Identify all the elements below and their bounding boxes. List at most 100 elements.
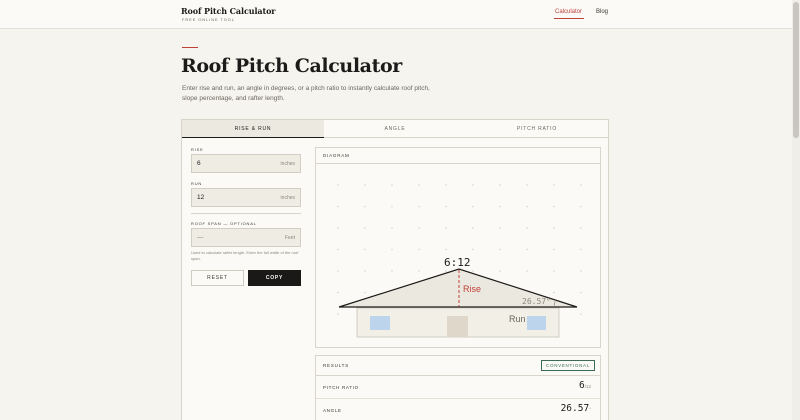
grid-dot — [580, 227, 582, 229]
grid-dot — [337, 205, 339, 208]
copy-button[interactable]: COPY — [248, 270, 301, 286]
grid-dot — [499, 270, 501, 272]
grid-dot — [337, 248, 339, 251]
grid-dot — [580, 270, 582, 272]
grid-dot — [418, 184, 420, 186]
diagram-label: DIAGRAM — [316, 148, 600, 164]
rise-unit: inches — [280, 161, 295, 167]
grid-dot — [472, 270, 474, 272]
roof-span-input[interactable]: — Feet — [191, 228, 301, 247]
grid-dot — [445, 184, 447, 186]
reset-button[interactable]: RESET — [191, 270, 244, 286]
result-value: 26.57° — [561, 403, 591, 414]
grid-dot — [472, 184, 474, 186]
grid-dot — [472, 227, 474, 229]
grid-dot — [499, 227, 501, 229]
title-accent-rule — [182, 47, 198, 48]
results-panel: RESULTS CONVENTIONAL PITCH RATIO 6/12 AN… — [315, 355, 601, 420]
result-value: 6/12 — [579, 380, 591, 391]
tab-angle[interactable]: ANGLE — [324, 120, 466, 138]
brand-title[interactable]: Roof Pitch Calculator — [181, 6, 276, 16]
grid-dot — [553, 291, 555, 294]
grid-dot — [580, 184, 582, 186]
grid-dot — [472, 248, 474, 251]
page-scrollbar[interactable] — [792, 0, 800, 420]
grid-dot — [526, 270, 528, 272]
grid-dot — [553, 270, 555, 272]
grid-dot — [499, 205, 501, 208]
roof-span-placeholder: — — [197, 234, 204, 241]
grid-dot — [391, 205, 393, 208]
grid-dot — [553, 248, 555, 251]
grid-dot — [364, 205, 366, 208]
grid-dot — [553, 205, 555, 208]
run-label: Run — [509, 314, 526, 324]
angle-label: 26.57° — [522, 297, 551, 306]
result-label: PITCH RATIO — [323, 385, 359, 390]
rise-input[interactable]: 6 inches — [191, 154, 301, 173]
grid-dot — [553, 227, 555, 229]
results-header: RESULTS CONVENTIONAL — [316, 356, 600, 376]
pitch-category-badge: CONVENTIONAL — [541, 360, 595, 371]
grid-dot — [499, 184, 501, 186]
roof-span-hint: Used to calculate rafter length. Enter t… — [191, 250, 299, 261]
result-unit: /12 — [584, 384, 591, 389]
result-row-angle: ANGLE 26.57° — [316, 399, 600, 420]
grid-dot — [445, 205, 447, 208]
grid-dot — [364, 291, 366, 294]
grid-dot — [526, 184, 528, 186]
grid-dot — [445, 227, 447, 229]
result-label: ANGLE — [323, 408, 342, 413]
diagram-panel: DIAGRAM 6:12 Rise Run 26.57° — [315, 147, 601, 348]
grid-dot — [418, 248, 420, 251]
left-window — [370, 316, 390, 330]
grid-dot — [391, 184, 393, 186]
grid-dot — [580, 291, 582, 294]
grid-dot — [391, 248, 393, 251]
right-window — [527, 316, 546, 330]
grid-dot — [364, 248, 366, 251]
grid-dot — [418, 270, 420, 272]
rise-label: RISE — [191, 147, 204, 152]
grid-dot — [580, 205, 582, 208]
front-door — [447, 316, 468, 337]
run-label: RUN — [191, 181, 203, 186]
grid-dot — [445, 248, 447, 251]
grid-dot — [337, 313, 339, 315]
tab-rise-run[interactable]: RISE & RUN — [182, 120, 324, 138]
roof-span-label: ROOF SPAN — OPTIONAL — [191, 221, 257, 226]
grid-dot — [391, 227, 393, 229]
brand-subtitle: FREE ONLINE TOOL — [182, 17, 235, 22]
calculator-card: RISE & RUN ANGLE PITCH RATIO RISE 6 inch… — [181, 119, 609, 420]
grid-dot — [337, 184, 339, 186]
roof-span-unit: Feet — [284, 235, 295, 241]
page-description: Enter rise and run, an angle in degrees,… — [182, 85, 430, 102]
grid-dot — [445, 270, 447, 272]
nav-link-blog[interactable]: Blog — [596, 9, 608, 15]
grid-dot — [418, 205, 420, 208]
roof-diagram: 6:12 Rise Run 26.57° — [337, 184, 582, 338]
grid-dot — [553, 184, 555, 186]
grid-dot — [499, 248, 501, 251]
angle-number: 26.57 — [560, 403, 590, 414]
grid-dot — [418, 227, 420, 229]
scrollbar-thumb[interactable] — [793, 2, 799, 138]
grid-dot — [337, 291, 339, 294]
run-unit: inches — [280, 195, 295, 201]
grid-dot — [391, 270, 393, 272]
top-navigation-bar: Roof Pitch Calculator FREE ONLINE TOOL C… — [0, 0, 792, 29]
run-input[interactable]: 12 inches — [191, 188, 301, 207]
grid-dot — [526, 248, 528, 251]
grid-dot — [526, 205, 528, 208]
grid-dot — [472, 205, 474, 208]
grid-dot — [526, 227, 528, 229]
tab-pitch-ratio[interactable]: PITCH RATIO — [466, 120, 608, 138]
form-divider — [191, 213, 301, 214]
rise-label: Rise — [463, 284, 481, 294]
results-title: RESULTS — [323, 363, 350, 368]
grid-dot — [337, 227, 339, 229]
page-title: Roof Pitch Calculator — [181, 55, 402, 77]
nav-link-calculator[interactable]: Calculator — [555, 9, 582, 15]
grid-dot — [580, 248, 582, 251]
rise-value: 6 — [197, 160, 201, 167]
